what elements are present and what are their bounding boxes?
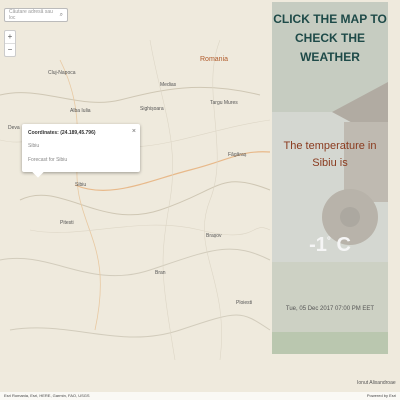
map-search-input[interactable]: Căutare adresă sau loc ⌕ — [4, 8, 68, 22]
map-label-place: Bran — [155, 270, 166, 276]
map-label-place: Pitesti — [60, 220, 74, 226]
map-label-place: Făgăraș — [228, 152, 247, 158]
coordinates-popup: Coordinates: (24.189,45.796) Sibiu Forec… — [22, 124, 140, 178]
close-icon[interactable]: × — [132, 128, 136, 135]
temperature-value: -1° C — [272, 234, 388, 257]
author-credit: Ionut Alixandroae — [357, 380, 396, 386]
temperature-unit: C — [336, 234, 351, 256]
map-label-place: Deva — [8, 125, 20, 131]
degree-symbol: ° — [326, 235, 331, 247]
map-label-place: Sibiu — [75, 182, 87, 188]
map-label-place: Medias — [160, 82, 177, 88]
zoom-out-button[interactable]: − — [5, 43, 15, 56]
panel-headline: CLICK THE MAP TO CHECK THE WEATHER — [273, 12, 387, 64]
zoom-control: + − — [4, 30, 16, 57]
map-label-country: Romania — [200, 56, 229, 63]
powered-by-link[interactable]: Powered by Esri — [367, 393, 396, 398]
map-label-place: Sighișoara — [140, 106, 164, 112]
search-icon[interactable]: ⌕ — [60, 12, 63, 19]
popup-title: Coordinates: (24.189,45.796) — [28, 130, 96, 136]
map-label-place: Cluj-Napoca — [48, 70, 76, 76]
map-label-place: Targu Mures — [210, 100, 238, 106]
weather-panel: CLICK THE MAP TO CHECK THE WEATHER The t… — [272, 2, 388, 354]
temperature-label: The temperature in Sibiu is — [283, 140, 377, 169]
forecast-datetime: Tue, 05 Dec 2017 07:00 PM EET — [285, 306, 375, 312]
map-label-place: Alba Iulia — [70, 108, 91, 114]
map-label-place: Ploiesti — [236, 300, 253, 306]
map-attribution: Esri Romania, Esri, HERE, Garmin, FAO, U… — [0, 392, 400, 400]
search-placeholder: Căutare adresă sau loc — [9, 9, 53, 21]
popup-search-label[interactable]: Forecast for Sibiu — [28, 157, 67, 163]
attribution-text[interactable]: Esri Romania, Esri, HERE, Garmin, FAO, U… — [4, 393, 90, 398]
zoom-in-button[interactable]: + — [5, 31, 15, 43]
map-label-place: Brașov — [206, 233, 222, 239]
popup-city: Sibiu — [28, 143, 40, 149]
temperature-number: -1 — [309, 234, 327, 256]
